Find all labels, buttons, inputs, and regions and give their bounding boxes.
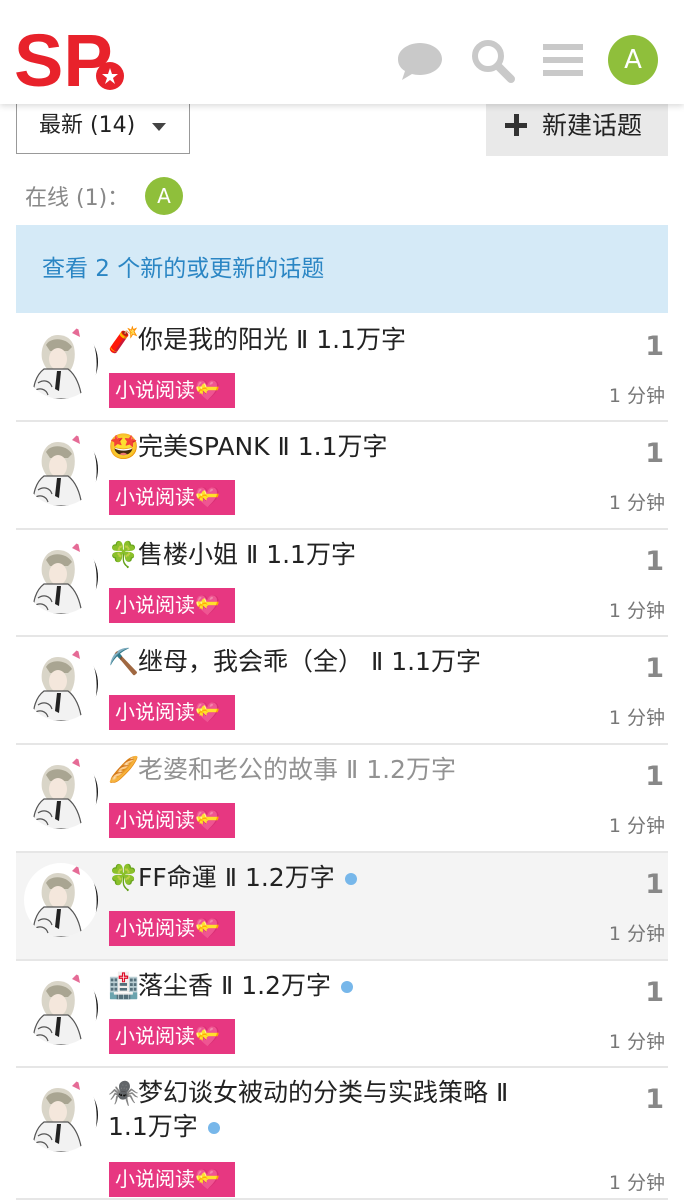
new-topics-notice[interactable]: 查看 2 个新的或更新的话题 — [16, 225, 668, 313]
category-tag[interactable]: 小说阅读💝 — [109, 1162, 235, 1197]
category-tag[interactable]: 小说阅读💝 — [109, 373, 235, 408]
site-logo[interactable]: SP — [14, 24, 129, 94]
topic-title[interactable]: 🤩完美SPANK Ⅱ 1.1万字 — [108, 430, 553, 464]
online-users-label: 在线 (1)： — [25, 186, 130, 211]
site-header: SP A — [0, 0, 684, 104]
topic-emoji: ⛏️ — [108, 647, 140, 676]
topic-title-text: 完美SPANK Ⅱ 1.1万字 — [138, 432, 388, 461]
topic-emoji: 🥖 — [108, 755, 140, 784]
author-avatar[interactable] — [24, 755, 98, 829]
topic-title-text: 继母，我会乖（全） Ⅱ 1.1万字 — [138, 647, 481, 676]
online-user-avatar[interactable]: A — [145, 177, 183, 215]
topic-row[interactable]: 🍀售楼小姐 Ⅱ 1.1万字 小说阅读💝 1 1 分钟 — [16, 530, 668, 637]
topic-title[interactable]: 🧨你是我的阳光 Ⅱ 1.1万字 — [108, 323, 553, 357]
topic-row[interactable]: 🤩完美SPANK Ⅱ 1.1万字 小说阅读💝 1 1 分钟 — [16, 422, 668, 530]
new-topic-label: 新建话题 — [542, 111, 643, 140]
caret-down-icon — [152, 123, 166, 131]
activity-age[interactable]: 1 分钟 — [575, 488, 665, 515]
topic-title-text: 售楼小姐 Ⅱ 1.1万字 — [138, 540, 356, 569]
sort-filter-dropdown[interactable]: 最新 (14) — [16, 98, 190, 154]
activity-age[interactable]: 1 分钟 — [575, 1027, 665, 1054]
new-topic-button[interactable]: 新建话题 — [486, 98, 668, 156]
activity-age[interactable]: 1 分钟 — [575, 381, 665, 408]
topic-emoji: 🕷️ — [108, 1078, 140, 1107]
category-tag[interactable]: 小说阅读💝 — [109, 1019, 235, 1054]
author-avatar[interactable] — [24, 325, 98, 399]
topic-emoji: 🍀 — [108, 863, 140, 892]
plus-icon — [504, 112, 528, 136]
topic-row[interactable]: ⛏️继母，我会乖（全） Ⅱ 1.1万字 小说阅读💝 1 1 分钟 — [16, 637, 668, 745]
topic-row[interactable]: 🧨你是我的阳光 Ⅱ 1.1万字 小说阅读💝 1 1 分钟 — [16, 315, 668, 422]
reply-count[interactable]: 1 — [645, 546, 664, 577]
topic-title-text: 你是我的阳光 Ⅱ 1.1万字 — [138, 325, 406, 354]
user-avatar[interactable]: A — [608, 35, 658, 85]
author-avatar[interactable] — [24, 863, 98, 937]
topic-emoji: 🧨 — [108, 325, 140, 354]
activity-age[interactable]: 1 分钟 — [575, 596, 665, 623]
topic-row[interactable]: 🏥落尘香 Ⅱ 1.2万字 小说阅读💝 1 1 分钟 — [16, 961, 668, 1068]
author-avatar[interactable] — [24, 647, 98, 721]
category-tag[interactable]: 小说阅读💝 — [109, 480, 235, 515]
chat-icon[interactable] — [396, 36, 444, 84]
topic-title[interactable]: ⛏️继母，我会乖（全） Ⅱ 1.1万字 — [108, 645, 553, 679]
reply-count[interactable]: 1 — [645, 331, 664, 362]
topic-title[interactable]: 🥖老婆和老公的故事 Ⅱ 1.2万字 — [108, 753, 553, 787]
activity-age[interactable]: 1 分钟 — [575, 1168, 665, 1195]
author-avatar[interactable] — [24, 540, 98, 614]
topic-title-text: 梦幻谈女被动的分类与实践策略 Ⅱ 1.1万字 — [108, 1078, 509, 1141]
sort-filter-label: 最新 (14) — [39, 113, 136, 138]
unread-dot-icon — [344, 873, 357, 885]
topic-row[interactable]: 🍀FF命運 Ⅱ 1.2万字 小说阅读💝 1 1 分钟 — [16, 853, 668, 961]
category-tag[interactable]: 小说阅读💝 — [109, 911, 235, 946]
author-avatar[interactable] — [24, 432, 98, 506]
menu-icon[interactable] — [539, 36, 587, 84]
category-tag[interactable]: 小说阅读💝 — [109, 803, 235, 838]
category-tag[interactable]: 小说阅读💝 — [109, 588, 235, 623]
topic-emoji: 🍀 — [108, 540, 140, 569]
unread-dot-icon — [207, 1122, 220, 1134]
unread-dot-icon — [340, 981, 353, 993]
topic-title-text: 落尘香 Ⅱ 1.2万字 — [138, 971, 331, 1000]
activity-age[interactable]: 1 分钟 — [575, 811, 665, 838]
topic-title[interactable]: 🍀FF命運 Ⅱ 1.2万字 — [108, 861, 553, 895]
author-avatar[interactable] — [24, 1078, 98, 1152]
activity-age[interactable]: 1 分钟 — [575, 919, 665, 946]
activity-age[interactable]: 1 分钟 — [575, 703, 665, 730]
author-avatar[interactable] — [24, 971, 98, 1045]
topic-emoji: 🤩 — [108, 432, 140, 461]
reply-count[interactable]: 1 — [645, 761, 664, 792]
topic-emoji: 🏥 — [108, 971, 140, 1000]
reply-count[interactable]: 1 — [645, 869, 664, 900]
topic-title[interactable]: 🕷️梦幻谈女被动的分类与实践策略 Ⅱ 1.1万字 — [108, 1076, 553, 1144]
search-icon[interactable] — [468, 36, 516, 84]
reply-count[interactable]: 1 — [645, 1084, 664, 1115]
reply-count[interactable]: 1 — [645, 438, 664, 469]
topic-title-text: 老婆和老公的故事 Ⅱ 1.2万字 — [138, 755, 456, 784]
topic-row[interactable]: 🕷️梦幻谈女被动的分类与实践策略 Ⅱ 1.1万字小说阅读💝 1 1 分钟 — [16, 1068, 668, 1200]
reply-count[interactable]: 1 — [645, 653, 664, 684]
topic-title[interactable]: 🏥落尘香 Ⅱ 1.2万字 — [108, 969, 553, 1003]
reply-count[interactable]: 1 — [645, 977, 664, 1008]
category-tag[interactable]: 小说阅读💝 — [109, 695, 235, 730]
topic-row[interactable]: 🥖老婆和老公的故事 Ⅱ 1.2万字 小说阅读💝 1 1 分钟 — [16, 745, 668, 853]
logo-text: SP — [14, 24, 113, 94]
topic-title[interactable]: 🍀售楼小姐 Ⅱ 1.1万字 — [108, 538, 553, 572]
topic-title-text: FF命運 Ⅱ 1.2万字 — [138, 863, 335, 892]
